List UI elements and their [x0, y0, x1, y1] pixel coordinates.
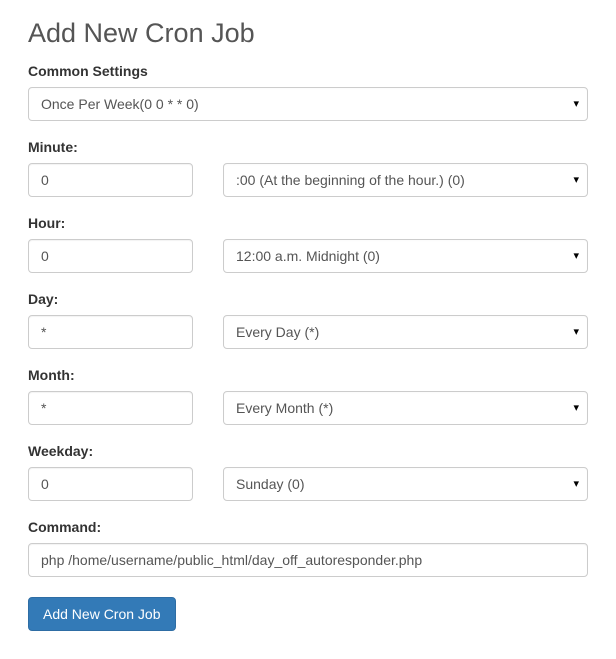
command-input[interactable] [28, 543, 588, 577]
month-input[interactable] [28, 391, 193, 425]
add-cron-job-button[interactable]: Add New Cron Job [28, 597, 176, 631]
hour-select[interactable]: 12:00 a.m. Midnight (0) [223, 239, 588, 273]
command-label: Command: [28, 519, 588, 535]
page-title: Add New Cron Job [28, 18, 588, 49]
day-input[interactable] [28, 315, 193, 349]
minute-label: Minute: [28, 139, 588, 155]
hour-label: Hour: [28, 215, 588, 231]
weekday-select[interactable]: Sunday (0) [223, 467, 588, 501]
weekday-label: Weekday: [28, 443, 588, 459]
day-label: Day: [28, 291, 588, 307]
hour-input[interactable] [28, 239, 193, 273]
minute-select[interactable]: :00 (At the beginning of the hour.) (0) [223, 163, 588, 197]
common-settings-select[interactable]: Once Per Week(0 0 * * 0) [28, 87, 588, 121]
month-label: Month: [28, 367, 588, 383]
common-settings-label: Common Settings [28, 63, 588, 79]
day-select[interactable]: Every Day (*) [223, 315, 588, 349]
month-select[interactable]: Every Month (*) [223, 391, 588, 425]
minute-input[interactable] [28, 163, 193, 197]
weekday-input[interactable] [28, 467, 193, 501]
